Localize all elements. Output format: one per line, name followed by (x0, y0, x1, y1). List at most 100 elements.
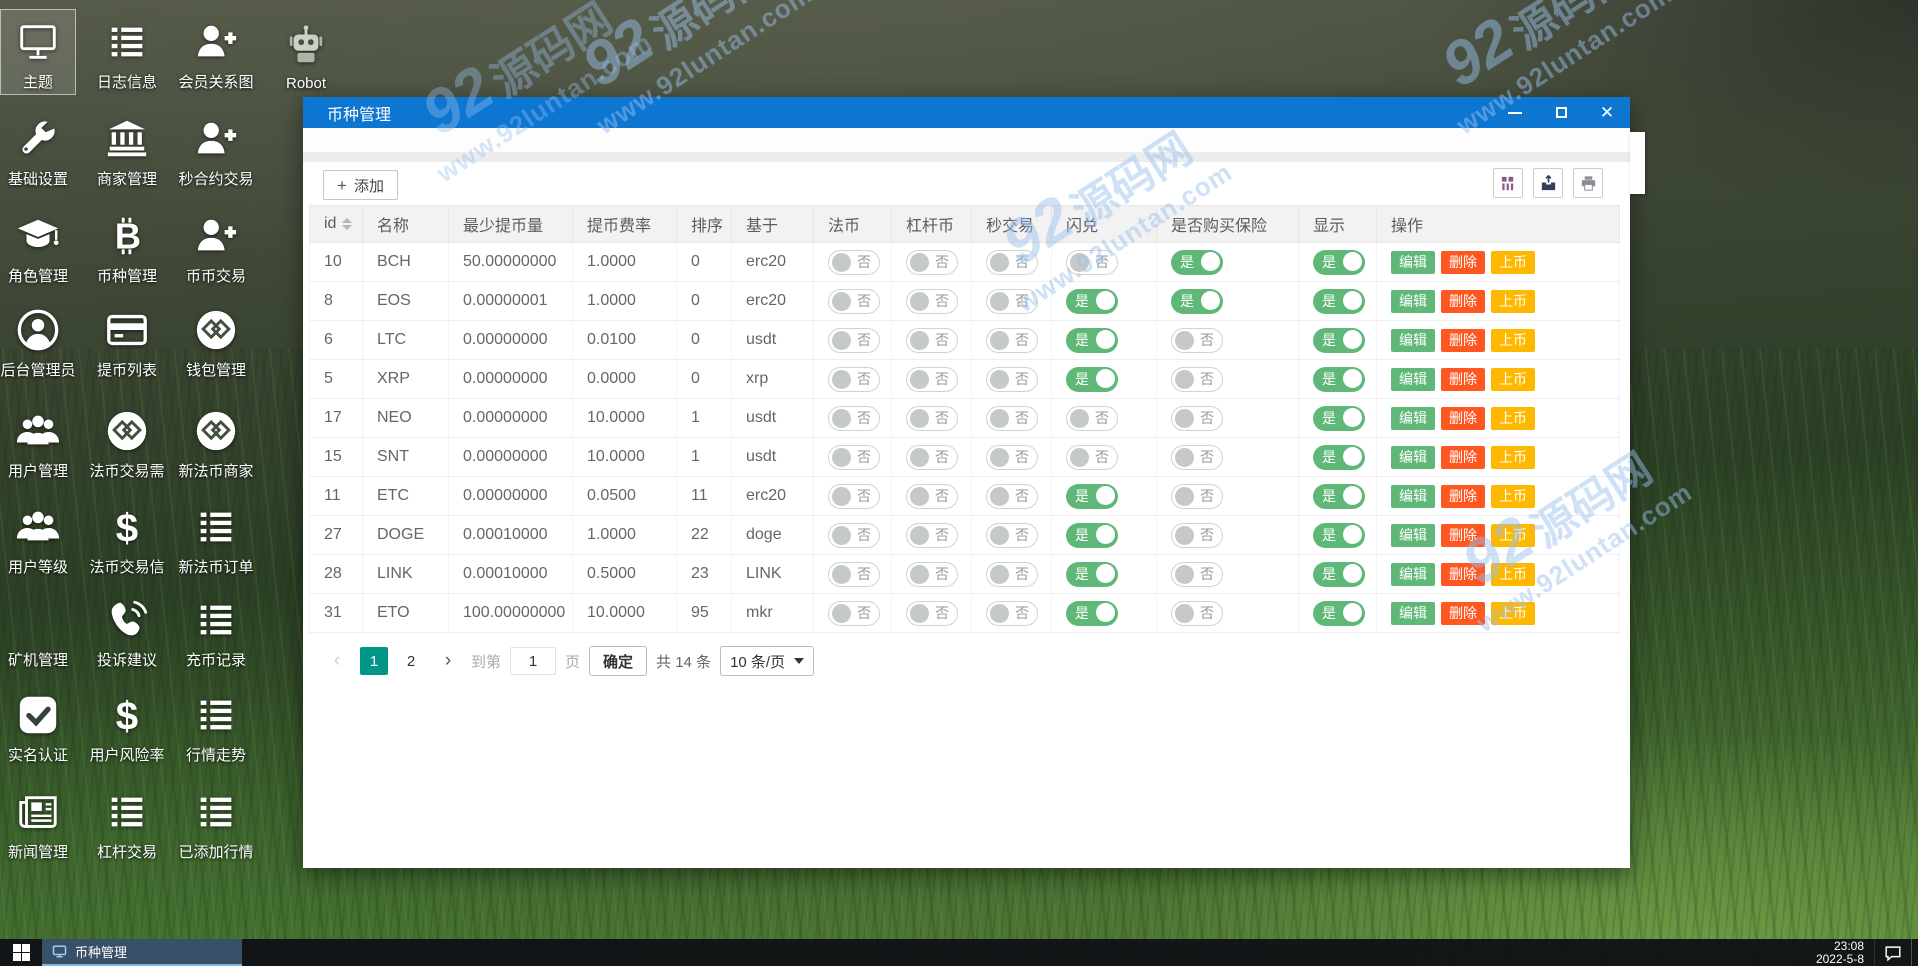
fiat-toggle[interactable]: 否 (828, 405, 880, 431)
lever-toggle[interactable]: 否 (906, 483, 958, 509)
show-toggle[interactable]: 是 (1313, 366, 1365, 392)
insurance-toggle[interactable]: 否 (1171, 327, 1223, 353)
desktop-icon-3[interactable]: Robot (268, 9, 344, 95)
seconds-toggle[interactable]: 否 (986, 405, 1038, 431)
window-titlebar[interactable]: 币种管理 ✕ (303, 97, 1630, 128)
delete-button[interactable]: 删除 (1441, 328, 1485, 352)
delete-button[interactable]: 删除 (1441, 523, 1485, 547)
insurance-toggle[interactable]: 否 (1171, 444, 1223, 470)
insurance-toggle[interactable]: 否 (1171, 405, 1223, 431)
desktop-icon-24[interactable]: 行情走势 (178, 682, 254, 768)
desktop-icon-0[interactable]: 主题 (0, 9, 76, 95)
desktop-icon-10[interactable]: 后台管理员 (0, 297, 76, 383)
delete-button[interactable]: 删除 (1441, 250, 1485, 274)
desktop-icon-8[interactable]: B 币种管理 (89, 203, 165, 289)
lever-toggle[interactable]: 否 (906, 405, 958, 431)
delete-button[interactable]: 删除 (1441, 484, 1485, 508)
fiat-toggle[interactable]: 否 (828, 249, 880, 275)
seconds-toggle[interactable]: 否 (986, 600, 1038, 626)
maximize-button[interactable] (1538, 97, 1584, 128)
delete-button[interactable]: 删除 (1441, 601, 1485, 625)
flash-toggle[interactable]: 是 (1066, 327, 1118, 353)
seconds-toggle[interactable]: 否 (986, 522, 1038, 548)
desktop-icon-20[interactable]: 投诉建议 (89, 587, 165, 673)
show-toggle[interactable]: 是 (1313, 561, 1365, 587)
page-button-1[interactable]: 1 (360, 647, 388, 675)
page-size-select[interactable]: 10 条/页 (720, 646, 815, 676)
insurance-toggle[interactable]: 否 (1171, 366, 1223, 392)
fiat-toggle[interactable]: 否 (828, 561, 880, 587)
show-toggle[interactable]: 是 (1313, 444, 1365, 470)
desktop-icon-21[interactable]: 充币记录 (178, 587, 254, 673)
taskbar-task-currency-management[interactable]: 币种管理 (42, 939, 242, 966)
edit-button[interactable]: 编辑 (1391, 367, 1435, 391)
desktop-icon-5[interactable]: 商家管理 (89, 106, 165, 192)
desktop-icon-16[interactable]: 用户等级 (0, 494, 76, 580)
print-button[interactable] (1573, 168, 1603, 198)
desktop-icon-12[interactable]: 钱包管理 (178, 297, 254, 383)
confirm-button[interactable]: 确定 (589, 646, 648, 676)
edit-button[interactable]: 编辑 (1391, 328, 1435, 352)
insurance-toggle[interactable]: 否 (1171, 561, 1223, 587)
desktop-icon-1[interactable]: 日志信息 (89, 9, 165, 95)
flash-toggle[interactable]: 是 (1066, 561, 1118, 587)
lever-toggle[interactable]: 否 (906, 561, 958, 587)
desktop-icon-4[interactable]: 基础设置 (0, 106, 76, 192)
insurance-toggle[interactable]: 否 (1171, 522, 1223, 548)
list-coin-button[interactable]: 上币 (1491, 328, 1535, 352)
show-toggle[interactable]: 是 (1313, 288, 1365, 314)
show-toggle[interactable]: 是 (1313, 483, 1365, 509)
show-toggle[interactable]: 是 (1313, 522, 1365, 548)
show-toggle[interactable]: 是 (1313, 405, 1365, 431)
desktop-icon-6[interactable]: 秒合约交易 (178, 106, 254, 192)
flash-toggle[interactable]: 是 (1066, 483, 1118, 509)
add-button[interactable]: + 添加 (323, 170, 398, 200)
lever-toggle[interactable]: 否 (906, 249, 958, 275)
flash-toggle[interactable]: 否 (1066, 249, 1118, 275)
list-coin-button[interactable]: 上币 (1491, 406, 1535, 430)
sort-icon[interactable] (342, 217, 353, 230)
insurance-toggle[interactable]: 否 (1171, 483, 1223, 509)
seconds-toggle[interactable]: 否 (986, 366, 1038, 392)
flash-toggle[interactable]: 否 (1066, 405, 1118, 431)
action-center-button[interactable] (1874, 939, 1911, 966)
insurance-toggle[interactable]: 是 (1171, 288, 1223, 314)
insurance-toggle[interactable]: 是 (1171, 249, 1223, 275)
seconds-toggle[interactable]: 否 (986, 327, 1038, 353)
edit-button[interactable]: 编辑 (1391, 601, 1435, 625)
desktop-icon-7[interactable]: 角色管理 (0, 203, 76, 289)
list-coin-button[interactable]: 上币 (1491, 289, 1535, 313)
minimize-button[interactable] (1492, 97, 1538, 128)
flash-toggle[interactable]: 否 (1066, 444, 1118, 470)
desktop-icon-18[interactable]: 新法币订单 (178, 494, 254, 580)
show-toggle[interactable]: 是 (1313, 600, 1365, 626)
delete-button[interactable]: 删除 (1441, 445, 1485, 469)
desktop-icon-17[interactable]: $ 法币交易信 (89, 494, 165, 580)
desktop-icon-11[interactable]: 提币列表 (89, 297, 165, 383)
show-toggle[interactable]: 是 (1313, 327, 1365, 353)
edit-button[interactable]: 编辑 (1391, 406, 1435, 430)
close-button[interactable]: ✕ (1584, 97, 1630, 128)
lever-toggle[interactable]: 否 (906, 288, 958, 314)
desktop-icon-25[interactable]: 新闻管理 (0, 779, 76, 865)
edit-button[interactable]: 编辑 (1391, 250, 1435, 274)
seconds-toggle[interactable]: 否 (986, 288, 1038, 314)
desktop-icon-27[interactable]: 已添加行情 (178, 779, 254, 865)
desktop-icon-14[interactable]: 法币交易需 (89, 398, 165, 484)
list-coin-button[interactable]: 上币 (1491, 601, 1535, 625)
window-scrollbar-strip[interactable] (1630, 132, 1645, 194)
insurance-toggle[interactable]: 否 (1171, 600, 1223, 626)
flash-toggle[interactable]: 是 (1066, 522, 1118, 548)
desktop-icon-19[interactable]: 矿机管理 (0, 587, 76, 673)
table-header-0[interactable]: id (309, 205, 363, 243)
edit-button[interactable]: 编辑 (1391, 562, 1435, 586)
list-coin-button[interactable]: 上币 (1491, 367, 1535, 391)
start-button[interactable] (0, 939, 42, 966)
lever-toggle[interactable]: 否 (906, 600, 958, 626)
fiat-toggle[interactable]: 否 (828, 366, 880, 392)
seconds-toggle[interactable]: 否 (986, 249, 1038, 275)
taskbar-clock[interactable]: 23:08 2022-5-8 (1816, 939, 1874, 966)
lever-toggle[interactable]: 否 (906, 366, 958, 392)
list-coin-button[interactable]: 上币 (1491, 484, 1535, 508)
filter-columns-button[interactable] (1493, 168, 1523, 198)
